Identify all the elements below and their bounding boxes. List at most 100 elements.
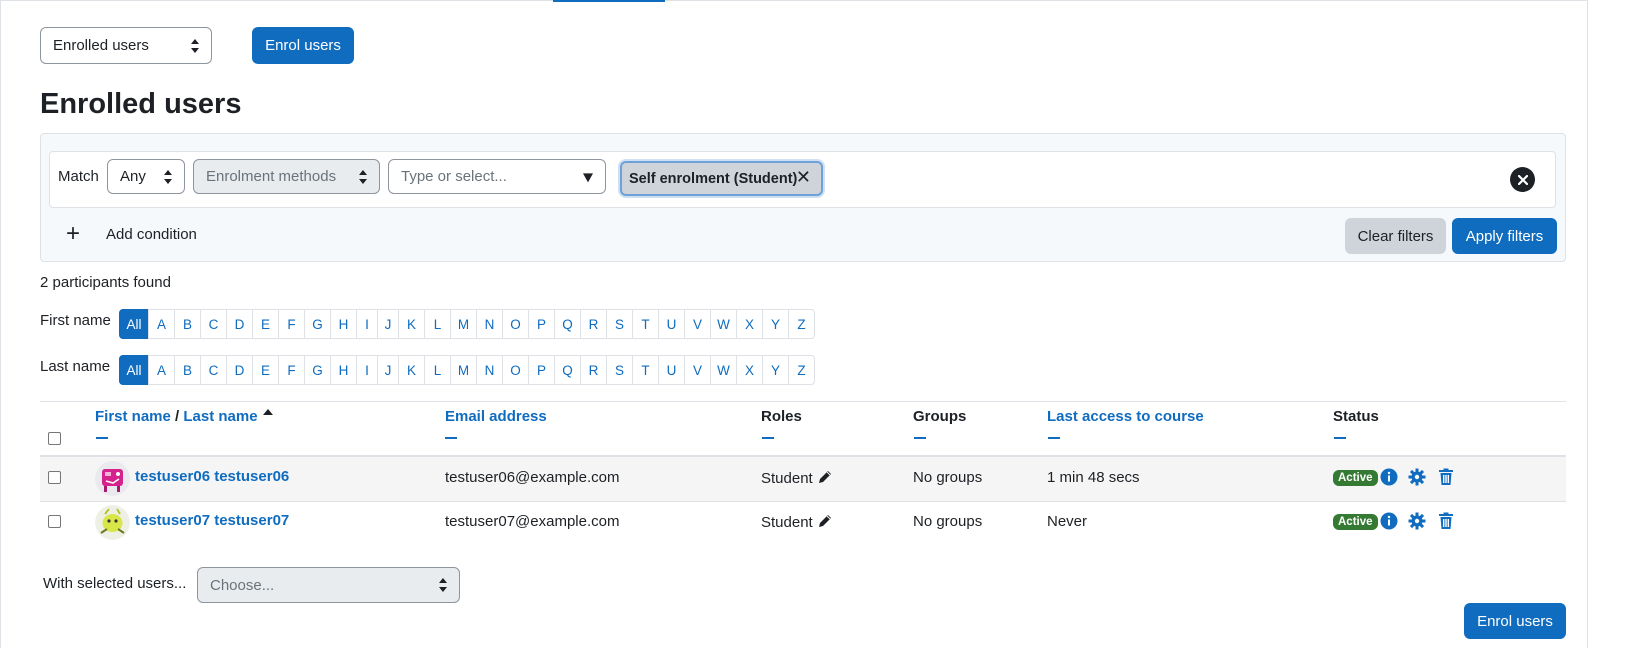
sort-email-link[interactable]: Email address [445,408,547,425]
first-name-initial-s[interactable]: S [606,309,633,339]
last-name-initial-g[interactable]: G [304,355,331,385]
first-name-initial-l[interactable]: L [424,309,451,339]
sort-first-name-link[interactable]: First name [95,408,171,425]
last-name-initials-label: Last name [40,358,111,375]
first-name-initial-c[interactable]: C [200,309,227,339]
first-name-initial-a[interactable]: A [148,309,175,339]
last-name-initial-z[interactable]: Z [788,355,815,385]
first-name-initial-o[interactable]: O [502,309,529,339]
last-name-initial-q[interactable]: Q [554,355,581,385]
info-icon[interactable] [1380,512,1398,530]
hide-column-toggle[interactable] [445,437,457,439]
apply-filters-button[interactable]: Apply filters [1452,218,1557,254]
last-name-initial-a[interactable]: A [148,355,175,385]
last-name-initial-i[interactable]: I [356,355,378,385]
first-name-initial-f[interactable]: F [278,309,305,339]
last-name-initial-f[interactable]: F [278,355,305,385]
user-name-link[interactable]: testuser06 testuser06 [135,468,289,485]
row-checkbox[interactable] [48,471,61,484]
hide-column-toggle[interactable] [1334,437,1346,439]
first-name-initial-j[interactable]: J [377,309,399,339]
dropdown-arrow-icon[interactable] [583,172,593,182]
user-name-link[interactable]: testuser07 testuser07 [135,512,289,529]
clear-filters-button[interactable]: Clear filters [1345,218,1446,254]
trash-icon[interactable] [1437,512,1455,530]
enrol-users-bottom-button[interactable]: Enrol users [1464,603,1566,639]
first-name-initial-z[interactable]: Z [788,309,815,339]
header-name: First name / Last name [95,408,273,425]
first-name-initial-t[interactable]: T [632,309,659,339]
enrol-users-button[interactable]: Enrol users [252,27,354,64]
first-name-initial-q[interactable]: Q [554,309,581,339]
first-name-initial-e[interactable]: E [252,309,279,339]
last-name-initial-r[interactable]: R [580,355,607,385]
first-name-initial-i[interactable]: I [356,309,378,339]
hide-column-toggle[interactable] [762,437,774,439]
last-name-initial-h[interactable]: H [330,355,357,385]
sort-last-name-link[interactable]: Last name [183,408,257,425]
gear-icon[interactable] [1408,512,1426,530]
last-name-initial-all[interactable]: All [119,355,149,385]
last-name-initial-j[interactable]: J [377,355,399,385]
selected-filter-tag[interactable]: Self enrolment (Student) ✕ [620,161,823,196]
first-name-initial-u[interactable]: U [658,309,685,339]
page-frame-right [1587,0,1588,648]
select-all-checkbox[interactable] [48,432,61,445]
first-name-initial-d[interactable]: D [226,309,253,339]
first-name-initial-h[interactable]: H [330,309,357,339]
plus-icon[interactable]: + [66,222,80,246]
last-name-initial-n[interactable]: N [476,355,503,385]
last-name-initial-w[interactable]: W [710,355,737,385]
user-picture-icon [95,505,130,540]
select-caret-icon [191,38,199,53]
first-name-initial-k[interactable]: K [398,309,425,339]
last-name-initial-x[interactable]: X [736,355,763,385]
first-name-initial-y[interactable]: Y [762,309,789,339]
gear-icon[interactable] [1408,468,1426,486]
last-name-initial-c[interactable]: C [200,355,227,385]
last-name-initial-k[interactable]: K [398,355,425,385]
first-name-initial-all[interactable]: All [119,309,149,339]
first-name-initial-m[interactable]: M [450,309,477,339]
last-name-initial-b[interactable]: B [174,355,201,385]
last-name-initial-e[interactable]: E [252,355,279,385]
last-name-initial-v[interactable]: V [684,355,711,385]
bulk-action-select[interactable]: Choose... [197,567,460,603]
first-name-initial-x[interactable]: X [736,309,763,339]
hide-column-toggle[interactable] [1048,437,1060,439]
last-name-initial-y[interactable]: Y [762,355,789,385]
row-checkbox[interactable] [48,515,61,528]
info-icon[interactable] [1380,468,1398,486]
last-name-initial-p[interactable]: P [528,355,555,385]
last-name-initial-o[interactable]: O [502,355,529,385]
pencil-icon[interactable] [817,513,833,529]
email-cell: testuser07@example.com [445,513,620,530]
view-select[interactable]: Enrolled users [40,27,212,64]
close-icon[interactable]: ✕ [796,167,811,188]
add-condition-button[interactable]: Add condition [106,226,197,243]
match-select[interactable]: Any [107,159,185,194]
pencil-icon[interactable] [817,469,833,485]
last-name-initial-s[interactable]: S [606,355,633,385]
first-name-initial-g[interactable]: G [304,309,331,339]
hide-column-toggle[interactable] [914,437,926,439]
hide-column-toggle[interactable] [96,437,108,439]
first-name-initial-w[interactable]: W [710,309,737,339]
last-name-initial-d[interactable]: D [226,355,253,385]
first-name-initial-p[interactable]: P [528,309,555,339]
first-name-initial-r[interactable]: R [580,309,607,339]
sort-last-access-link[interactable]: Last access to course [1047,408,1204,425]
last-name-initial-l[interactable]: L [424,355,451,385]
first-name-initial-b[interactable]: B [174,309,201,339]
filter-value-input[interactable]: Type or select... [388,159,606,194]
first-name-initial-v[interactable]: V [684,309,711,339]
active-tab-indicator [553,0,665,2]
last-name-initial-t[interactable]: T [632,355,659,385]
first-name-initial-n[interactable]: N [476,309,503,339]
last-name-initial-m[interactable]: M [450,355,477,385]
filter-type-select[interactable]: Enrolment methods [193,159,380,194]
last-name-initial-u[interactable]: U [658,355,685,385]
remove-filter-row-button[interactable] [1510,167,1535,192]
trash-icon[interactable] [1437,468,1455,486]
role-label: Student [761,470,813,487]
